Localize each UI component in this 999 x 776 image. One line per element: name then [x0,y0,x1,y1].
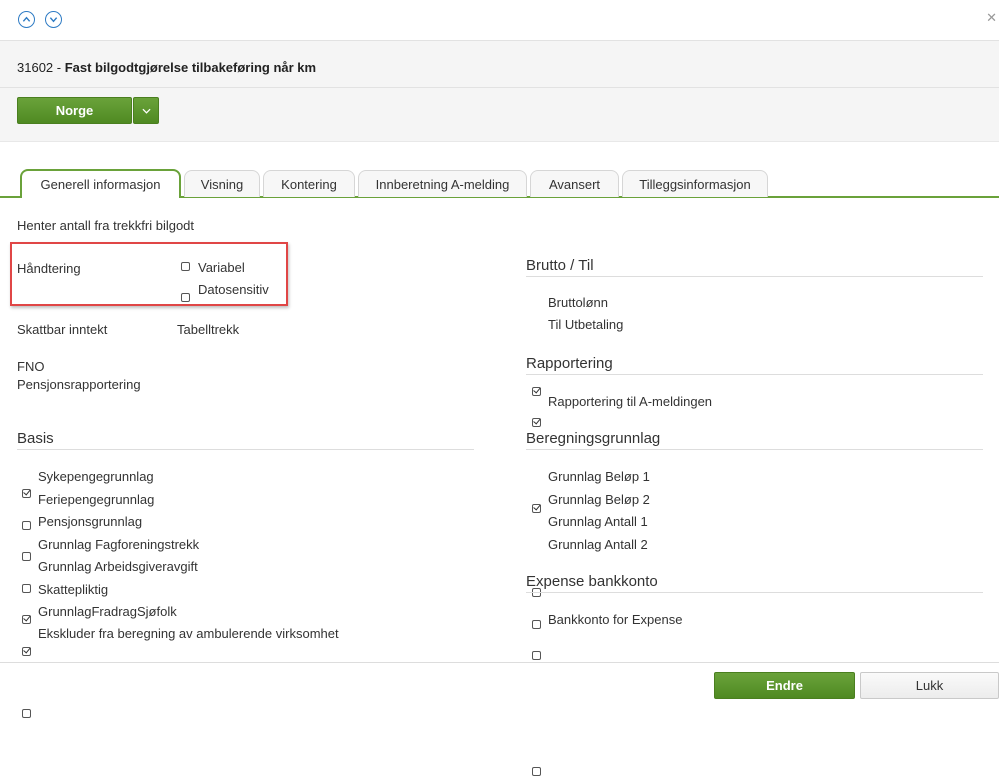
bruttolonn-checkbox[interactable] [532,387,541,396]
feriepengegrunnlag-label: Feriepengegrunnlag [38,492,155,507]
dropdown-chevron-icon [141,108,151,114]
arbeidsgiveravgift-checkbox[interactable] [22,615,31,624]
brutto-divider [526,276,983,277]
record-name: Fast bilgodtgjørelse tilbakeføring når k… [64,60,317,75]
previous-record-button[interactable] [18,11,35,28]
source-text: Henter antall fra trekkfri bilgodt [17,218,195,233]
skattepliktig-label: Skattepliktig [38,582,109,597]
bruttolonn-label: Bruttolønn [548,295,608,310]
beregningsgrunnlag-divider [526,449,983,450]
pensjonsgrunnlag-label: Pensjonsgrunnlag [38,514,143,529]
country-dropdown-button[interactable] [133,97,159,124]
bankkonto-expense-label: Bankkonto for Expense [548,612,683,627]
feriepengegrunnlag-checkbox[interactable] [22,521,31,530]
top-navigation-bar [0,0,999,41]
tab-avansert[interactable]: Avansert [530,170,619,197]
grunnlag-belop-2-checkbox[interactable] [532,620,541,629]
title-separator: - [53,60,65,75]
taxable-label: Skattbar inntekt [17,322,108,337]
chevron-up-icon [22,16,31,22]
tab-visning[interactable]: Visning [184,170,260,197]
variabel-checkbox[interactable] [181,262,190,271]
expense-title: Expense bankkonto [526,573,658,590]
fagforeningstrekk-checkbox[interactable] [22,584,31,593]
pension-label: Pensjonsrapportering [17,377,141,392]
grunnlag-antall-2-label: Grunnlag Antall 2 [548,537,648,552]
tab-innberetning-a-melding[interactable]: Innberetning A-melding [358,170,527,197]
handling-label: Håndtering [17,261,81,276]
next-record-button[interactable] [45,11,62,28]
ekskluder-checkbox[interactable] [22,709,31,718]
til-utbetaling-label: Til Utbetaling [548,317,624,332]
pensjonsgrunnlag-checkbox[interactable] [22,552,31,561]
basis-title: Basis [17,430,54,447]
basis-divider [17,449,474,450]
sykepengegrunnlag-checkbox[interactable] [22,489,31,498]
bankkonto-expense-checkbox[interactable] [532,767,541,776]
grunnlag-antall-1-label: Grunnlag Antall 1 [548,514,648,529]
tab-kontering[interactable]: Kontering [263,170,355,197]
edit-button[interactable]: Endre [714,672,855,699]
sykepengegrunnlag-label: Sykepengegrunnlag [38,469,154,484]
grunnlag-belop-1-label: Grunnlag Beløp 1 [548,469,650,484]
close-icon[interactable]: ✕ [986,10,997,26]
variabel-label: Variabel [198,260,245,275]
chevron-down-icon [49,17,58,23]
tab-generell-informasjon[interactable]: Generell informasjon [20,169,181,198]
fno-label: FNO [17,359,45,374]
close-button[interactable]: Lukk [860,672,999,699]
arbeidsgiveravgift-label: Grunnlag Arbeidsgiveravgift [38,559,198,574]
expense-divider [526,592,983,593]
rapportering-divider [526,374,983,375]
a-meldingen-label: Rapportering til A-meldingen [548,394,713,409]
a-meldingen-checkbox[interactable] [532,504,541,513]
grunnlag-antall-1-checkbox[interactable] [532,651,541,660]
beregningsgrunnlag-title: Beregningsgrunnlag [526,430,661,447]
grunnlag-belop-2-label: Grunnlag Beløp 2 [548,492,650,507]
record-number: 31602 [17,60,54,75]
country-button[interactable]: Norge [17,97,132,124]
datosensitiv-label: Datosensitiv [198,282,269,297]
skattepliktig-checkbox[interactable] [22,647,31,656]
brutto-title: Brutto / Til [526,257,594,274]
ekskluder-label: Ekskluder fra beregning av ambulerende v… [38,626,339,641]
rapportering-title: Rapportering [526,355,613,372]
tab-tilleggsinformasjon[interactable]: Tilleggsinformasjon [622,170,768,197]
taxable-value: Tabelltrekk [177,322,240,337]
fradrag-sjofolk-label: GrunnlagFradragSjøfolk [38,604,177,619]
til-utbetaling-checkbox[interactable] [532,418,541,427]
fagforeningstrekk-label: Grunnlag Fagforeningstrekk [38,537,200,552]
page-title: 31602 - Fast bilgodtgjørelse tilbakeføri… [17,60,316,75]
datosensitiv-checkbox[interactable] [181,293,190,302]
